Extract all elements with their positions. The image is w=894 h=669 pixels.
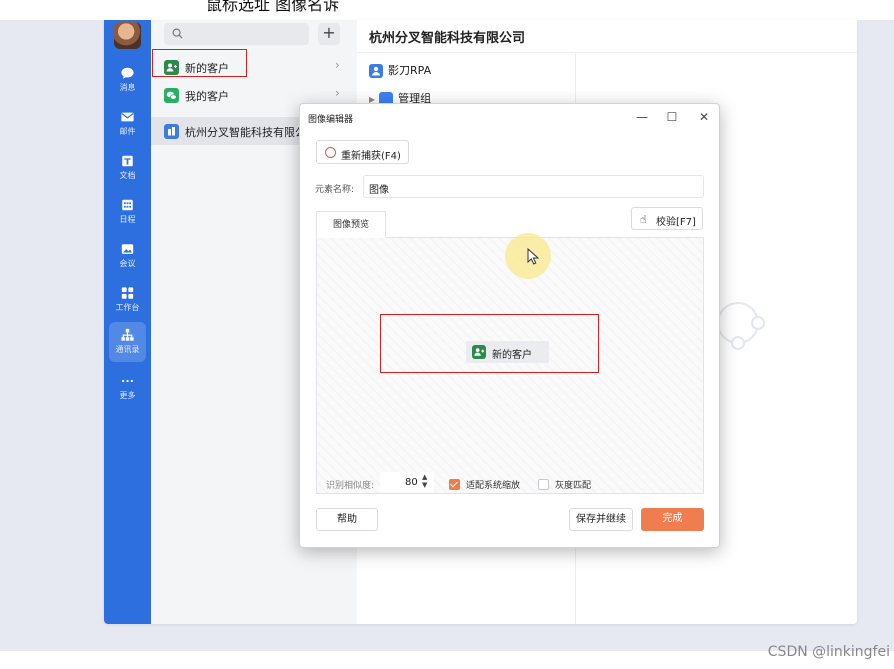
search-icon	[172, 28, 183, 39]
close-icon[interactable]: ✕	[695, 109, 713, 125]
rail-item-messages[interactable]: 消息	[104, 60, 151, 100]
mail-icon	[121, 112, 134, 122]
verify-label: 校验[F7]	[656, 217, 696, 228]
adapt-scaling-checkbox[interactable]	[449, 479, 460, 490]
recapture-label: 重新捕获(F4)	[341, 151, 401, 162]
chat-icon	[121, 67, 134, 79]
rail-label: 通讯录	[115, 345, 140, 354]
more-icon	[121, 379, 134, 383]
element-name-label: 元素名称:	[315, 185, 355, 195]
search-input[interactable]	[164, 23, 309, 45]
done-button[interactable]: 完成	[641, 508, 704, 531]
rail-item-mail[interactable]: 邮件	[104, 104, 151, 144]
rail-label: 邮件	[119, 127, 136, 136]
hand-pointer-icon: ☝	[640, 213, 647, 226]
wechat-icon	[164, 88, 179, 103]
adapt-scaling-label: 适配系统缩放	[466, 481, 521, 491]
decorative-dot	[731, 336, 745, 350]
tab-image-preview[interactable]: 图像预览	[316, 211, 386, 238]
watermark-text: CSDN @linkingfei	[767, 644, 890, 660]
rail-label: 日程	[119, 215, 136, 224]
contacts-icon	[121, 328, 134, 341]
rail-item-more[interactable]: 更多	[104, 368, 151, 408]
add-button[interactable]: +	[318, 23, 340, 45]
help-button[interactable]: 帮助	[316, 508, 378, 531]
similarity-value: 80	[405, 477, 418, 488]
recapture-button[interactable]: 重新捕获(F4)	[316, 140, 409, 164]
rail-item-workbench[interactable]: 工作台	[104, 280, 151, 320]
rail-item-docs[interactable]: 文档	[104, 148, 151, 188]
rail-label: 文档	[119, 171, 136, 180]
left-nav-rail: 消息 邮件 文档 日程 会议 工作台 通讯录 更多	[104, 20, 151, 624]
rail-label: 消息	[119, 83, 136, 92]
workbench-icon	[121, 287, 134, 299]
save-continue-button[interactable]: 保存并继续	[569, 508, 633, 531]
verify-button[interactable]: ☝ 校验[F7]	[631, 207, 703, 230]
meeting-icon	[121, 244, 134, 254]
chevron-right-icon: ›	[335, 58, 340, 72]
person-icon	[369, 64, 383, 78]
element-name-input[interactable]: 图像	[363, 175, 704, 198]
avatar[interactable]	[114, 22, 141, 49]
decorative-dot	[751, 316, 765, 330]
list-item-label: 我的客户	[185, 90, 229, 103]
minimize-icon[interactable]: —	[633, 109, 651, 125]
grayscale-checkbox[interactable]	[538, 479, 549, 490]
content-row-label: 影刀RPA	[388, 64, 432, 77]
document-icon	[122, 155, 133, 167]
captured-image: 新的客户	[466, 341, 549, 363]
divider	[357, 52, 857, 53]
page-title: 杭州分叉智能科技有限公司	[369, 31, 526, 46]
content-row-rpa[interactable]: 影刀RPA	[369, 62, 431, 78]
highlight-box	[152, 49, 247, 77]
stepper-arrows-icon[interactable]: ▲ ▼	[422, 473, 427, 489]
rail-label: 更多	[119, 391, 136, 400]
caption-text: 鼠标选址 图像名诉	[206, 0, 340, 14]
dialog-title: 图像编辑器	[308, 115, 354, 125]
new-customer-icon	[472, 345, 486, 359]
maximize-icon[interactable]: ☐	[663, 109, 681, 125]
top-caption-strip: 鼠标选址 图像名诉	[0, 0, 894, 20]
bottom-strip	[0, 651, 894, 669]
grayscale-label: 灰度匹配	[555, 481, 592, 491]
similarity-label: 识别相似度:	[326, 481, 375, 491]
list-item-label: 杭州分叉智能科技有限公司	[185, 126, 317, 139]
similarity-stepper[interactable]: 80 ▲ ▼	[380, 472, 434, 492]
company-icon	[164, 124, 179, 139]
image-preview-area: 新的客户 识别相似度: 80 ▲ ▼ 适配系统缩放 灰度匹配	[316, 233, 704, 494]
rail-item-contacts[interactable]: 通讯录	[109, 322, 146, 362]
recapture-icon	[325, 147, 336, 158]
mouse-cursor-icon	[527, 248, 540, 265]
rail-item-calendar[interactable]: 日程	[104, 192, 151, 232]
chevron-right-icon: ›	[335, 86, 340, 100]
image-editor-dialog: 图像编辑器 — ☐ ✕ 重新捕获(F4) 元素名称: 图像 图像预览 ☝ 校验[…	[299, 103, 720, 548]
rail-label: 会议	[119, 259, 136, 268]
calendar-icon	[122, 199, 133, 211]
captured-image-label: 新的客户	[492, 350, 532, 361]
rail-label: 工作台	[115, 303, 140, 312]
rail-item-meeting[interactable]: 会议	[104, 236, 151, 276]
